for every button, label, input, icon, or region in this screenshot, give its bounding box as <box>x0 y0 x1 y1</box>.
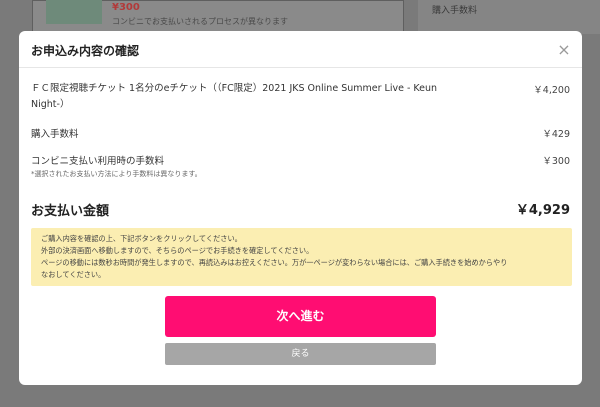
confirmation-modal: お申込み内容の確認 × ＦＣ限定視聴チケット 1名分のeチケット（（FC限定）2… <box>19 31 582 385</box>
background-description: コンビニでお支払いされるプロセスが異なります <box>112 17 288 26</box>
convenience-fee-label: コンビニ支払い利用時の手数料 <box>31 156 165 167</box>
total-value: ￥4,929 <box>515 203 570 218</box>
modal-header: お申込み内容の確認 × <box>19 31 582 68</box>
background-side-label: 購入手数料 <box>432 6 478 16</box>
modal-title: お申込み内容の確認 <box>31 44 140 58</box>
notice-line: ご購入内容を確認の上、下記ボタンをクリックしてください。 <box>41 234 242 243</box>
order-item-label: ＦＣ限定視聴チケット 1名分のeチケット（（FC限定）2021 JKS Onli… <box>31 83 438 110</box>
fee-value: ￥429 <box>542 129 570 140</box>
order-item-price: ￥4,200 <box>533 85 570 96</box>
convenience-fee-value: ￥300 <box>542 156 570 167</box>
total-label: お支払い金額 <box>31 204 110 219</box>
notice-line: ページの移動には数秒お時間が発生しますので、再読込みはお控えください。万が一ペー… <box>41 258 508 267</box>
notice-line: なおしてください。 <box>41 270 106 279</box>
notice-line: 外部の決済画面へ移動しますので、そちらのページでお手続きを確定してください。 <box>41 246 314 255</box>
fee-note: *選択されたお支払い方法により手数料は異なります。 <box>31 170 202 178</box>
next-button[interactable]: 次へ進む <box>165 296 436 337</box>
fee-label: 購入手数料 <box>31 129 79 140</box>
notice-box: ご購入内容を確認の上、下記ボタンをクリックしてください。 外部の決済画面へ移動し… <box>31 228 572 286</box>
background-thumbnail <box>46 0 102 24</box>
back-button[interactable]: 戻る <box>165 343 436 365</box>
close-icon[interactable]: × <box>556 42 572 58</box>
background-price: ¥300 <box>112 2 140 13</box>
